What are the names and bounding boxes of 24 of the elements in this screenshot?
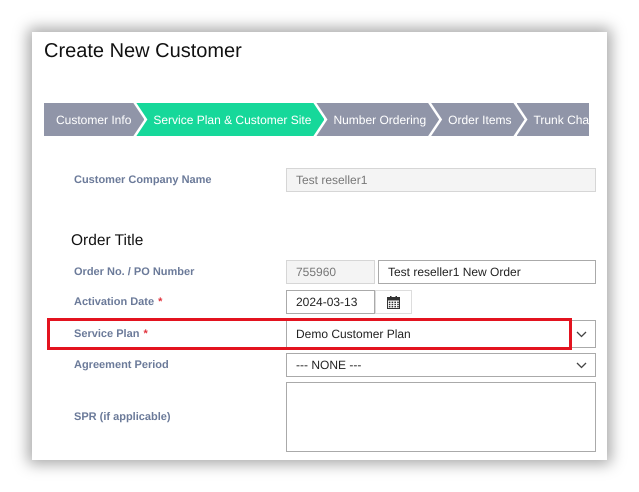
step-tab[interactable]: Number Ordering <box>316 103 440 136</box>
chevron-down-icon <box>576 330 587 338</box>
text-field[interactable]: Test reseller1 <box>286 168 596 192</box>
page-title: Create New Customer <box>44 40 242 63</box>
chevron-down-icon <box>576 362 587 368</box>
field-label: Agreement Period <box>74 359 169 371</box>
select-field[interactable]: --- NONE --- <box>286 353 596 377</box>
order-title-field[interactable]: Test reseller1 New Order <box>378 260 596 284</box>
field-label: SPR (if applicable) <box>74 411 171 423</box>
required-mark: * <box>143 328 148 340</box>
calendar-button[interactable] <box>375 290 412 314</box>
section-heading: Order Title <box>71 232 144 250</box>
calendar-icon <box>387 296 400 308</box>
select-field[interactable]: Demo Customer Plan <box>286 320 596 348</box>
step-tab[interactable]: Order Items <box>431 103 524 136</box>
field-label: Service Plan <box>74 328 140 340</box>
step-tab[interactable]: Trunk Cha <box>516 103 590 136</box>
field-label: Customer Company Name <box>74 174 212 186</box>
field-label: Order No. / PO Number <box>74 266 194 278</box>
field-label: Activation Date <box>74 296 154 308</box>
date-field[interactable]: 2024-03-13 <box>286 290 375 314</box>
step-tab[interactable]: Customer Info <box>44 103 144 136</box>
required-mark: * <box>158 296 162 308</box>
order-number-field[interactable]: 755960 <box>286 260 375 284</box>
